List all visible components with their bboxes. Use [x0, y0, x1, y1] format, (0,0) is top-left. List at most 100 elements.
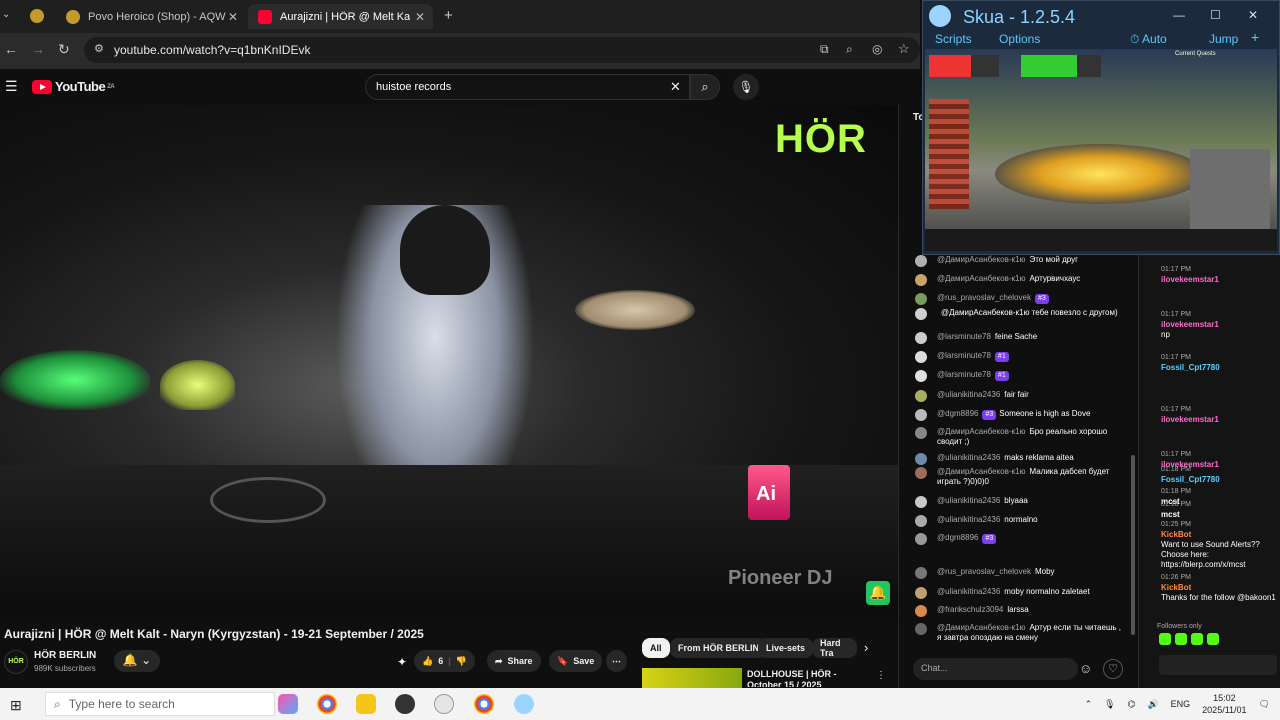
- chat-avatar[interactable]: [915, 533, 927, 545]
- chat-avatar[interactable]: [915, 467, 927, 479]
- emote-bar[interactable]: [1159, 633, 1277, 649]
- chat-author[interactable]: @ДамирАсанбеков-к1ю: [937, 274, 1025, 283]
- chat-avatar[interactable]: [915, 293, 927, 305]
- chat-author[interactable]: @ДамирАсанбеков-к1ю: [937, 255, 1025, 264]
- menu-auto[interactable]: ⏱ Auto: [1130, 32, 1167, 47]
- youtube-logo[interactable]: YouTube ZA: [32, 79, 115, 94]
- chat-author[interactable]: @ulianikitina2436: [937, 496, 1000, 505]
- tray-chevron-icon[interactable]: ⌃: [1085, 699, 1093, 710]
- emoji-icon[interactable]: ☺: [1079, 661, 1092, 676]
- language-indicator[interactable]: ENG: [1171, 699, 1191, 709]
- close-tab-icon[interactable]: ✕: [415, 10, 425, 24]
- notifications-icon[interactable]: 🗨: [1259, 699, 1270, 710]
- share-button[interactable]: ➦ Share: [487, 650, 541, 672]
- chat-avatar[interactable]: [915, 453, 927, 465]
- chat-avatar[interactable]: [915, 274, 927, 286]
- chat-avatar[interactable]: [915, 255, 927, 267]
- install-app-icon[interactable]: ⧉: [820, 42, 829, 57]
- chip-live-sets[interactable]: Live-sets: [758, 638, 814, 658]
- address-bar[interactable]: ⚙ youtube.com/watch?v=q1bnKnIDEvk ⧉ ⌕ ◎ …: [84, 37, 920, 63]
- recommended-thumbnail[interactable]: [642, 668, 742, 688]
- menu-jump[interactable]: Jump: [1209, 32, 1238, 46]
- chrome-icon-2[interactable]: [474, 694, 494, 714]
- channel-avatar[interactable]: HÖR: [4, 650, 28, 674]
- tab-povo-heroico[interactable]: Povo Heroico (Shop) - AQW ✕: [56, 4, 246, 29]
- chat-author[interactable]: @ulianikitina2436: [937, 587, 1000, 596]
- search-input-value[interactable]: huistoe records: [376, 81, 451, 93]
- chip-next-chevron-icon[interactable]: ›: [864, 640, 868, 655]
- skua-taskbar-icon[interactable]: [514, 694, 534, 714]
- channel-name[interactable]: HÖR BERLIN: [34, 650, 96, 661]
- chat-author[interactable]: @larsminute78: [937, 332, 991, 341]
- microphone-tray-icon[interactable]: 🎙: [1104, 699, 1115, 710]
- back-icon[interactable]: ←: [4, 41, 18, 57]
- game-viewport[interactable]: Current Quests: [925, 49, 1277, 251]
- chat-author[interactable]: @ulianikitina2436: [937, 453, 1000, 462]
- chat-avatar[interactable]: [915, 567, 927, 579]
- volume-icon[interactable]: 🔊: [1147, 699, 1158, 710]
- kick-username[interactable]: KickBot: [1161, 530, 1191, 539]
- chat-input[interactable]: Chat...: [913, 658, 1078, 680]
- copilot-icon[interactable]: [278, 694, 298, 714]
- file-explorer-icon[interactable]: [356, 694, 376, 714]
- forward-icon[interactable]: →: [31, 41, 45, 57]
- kick-username[interactable]: ilovekeemstar1: [1161, 320, 1219, 329]
- app-icon[interactable]: [395, 694, 415, 714]
- emote-icon[interactable]: [1191, 633, 1203, 645]
- tab-youtube-video[interactable]: Aurajizni | HÖR @ Melt Kalt ✕: [248, 4, 433, 29]
- chat-avatar[interactable]: [915, 515, 927, 527]
- chat-author[interactable]: @frankschulz3094: [937, 605, 1003, 614]
- recommended-more-icon[interactable]: ⋮: [876, 670, 886, 681]
- chat-author[interactable]: @dgm8896: [937, 409, 978, 418]
- chat-author[interactable]: @rus_pravoslav_chelovek: [937, 567, 1031, 576]
- close-window-icon[interactable]: ✕: [1248, 8, 1258, 22]
- thumbs-down-icon[interactable]: 👎: [456, 656, 467, 667]
- subscription-bell-button[interactable]: 🔔 ⌄: [114, 650, 160, 672]
- menu-scripts[interactable]: Scripts: [935, 32, 972, 46]
- chat-author[interactable]: @larsminute78: [937, 370, 991, 379]
- heart-icon[interactable]: ♡: [1103, 659, 1123, 679]
- chip-hard-trance[interactable]: Hard Tra: [812, 638, 857, 658]
- menu-options[interactable]: Options: [999, 32, 1040, 46]
- like-button[interactable]: 👍 6 | 👎: [414, 650, 475, 672]
- minimize-icon[interactable]: —: [1173, 8, 1185, 22]
- chat-avatar[interactable]: [915, 587, 927, 599]
- hype-icon[interactable]: ✦: [397, 655, 407, 669]
- url-text[interactable]: youtube.com/watch?v=q1bnKnIDEvk: [114, 43, 310, 57]
- taskbar-search-box[interactable]: ⌕ Type here to search: [45, 692, 275, 716]
- kick-username[interactable]: Fossil_Cpt7780: [1161, 363, 1220, 372]
- close-tab-icon[interactable]: ✕: [228, 10, 238, 24]
- chat-avatar[interactable]: [915, 390, 927, 402]
- emote-icon[interactable]: [1207, 633, 1219, 645]
- network-icon[interactable]: ⌬: [1128, 699, 1136, 710]
- kick-chat-input[interactable]: [1159, 655, 1277, 675]
- clock[interactable]: 15:02 2025/11/01: [1202, 692, 1246, 716]
- emote-icon[interactable]: [1159, 633, 1171, 645]
- search-icon[interactable]: ⌕: [690, 74, 720, 100]
- game-action-bar[interactable]: [925, 229, 1277, 251]
- clear-search-icon[interactable]: ✕: [670, 79, 681, 95]
- menu-hamburger-icon[interactable]: ☰: [5, 78, 18, 95]
- chat-author[interactable]: @ulianikitina2436: [937, 390, 1000, 399]
- recommended-title[interactable]: DOLLHOUSE | HÖR - October 15 / 2025: [747, 669, 872, 687]
- chat-avatar[interactable]: [915, 409, 927, 421]
- more-actions-button[interactable]: ⋯: [606, 650, 627, 672]
- kick-username[interactable]: ilovekeemstar1: [1161, 275, 1219, 284]
- chat-avatar[interactable]: [915, 308, 927, 320]
- zoom-icon[interactable]: ⌕: [846, 42, 853, 57]
- chat-author[interactable]: @larsminute78: [937, 351, 991, 360]
- kick-username[interactable]: mcst: [1161, 510, 1180, 519]
- reload-icon[interactable]: ↻: [58, 41, 70, 58]
- chat-author[interactable]: @rus_pravoslav_chelovek: [937, 293, 1031, 302]
- chat-avatar[interactable]: [915, 427, 927, 439]
- add-icon[interactable]: +: [1251, 29, 1259, 45]
- kick-username[interactable]: Fossil_Cpt7780: [1161, 475, 1220, 484]
- emote-icon[interactable]: [1175, 633, 1187, 645]
- tab-search-dropdown-icon[interactable]: ⌄: [2, 9, 10, 20]
- save-button[interactable]: 🔖 Save: [549, 650, 603, 672]
- app-icon-2[interactable]: [434, 694, 454, 714]
- chat-avatar[interactable]: [915, 370, 927, 382]
- eye-off-icon[interactable]: ◎: [872, 42, 882, 56]
- kick-username[interactable]: KickBot: [1161, 583, 1191, 592]
- pinned-tab-aqw[interactable]: [30, 9, 44, 23]
